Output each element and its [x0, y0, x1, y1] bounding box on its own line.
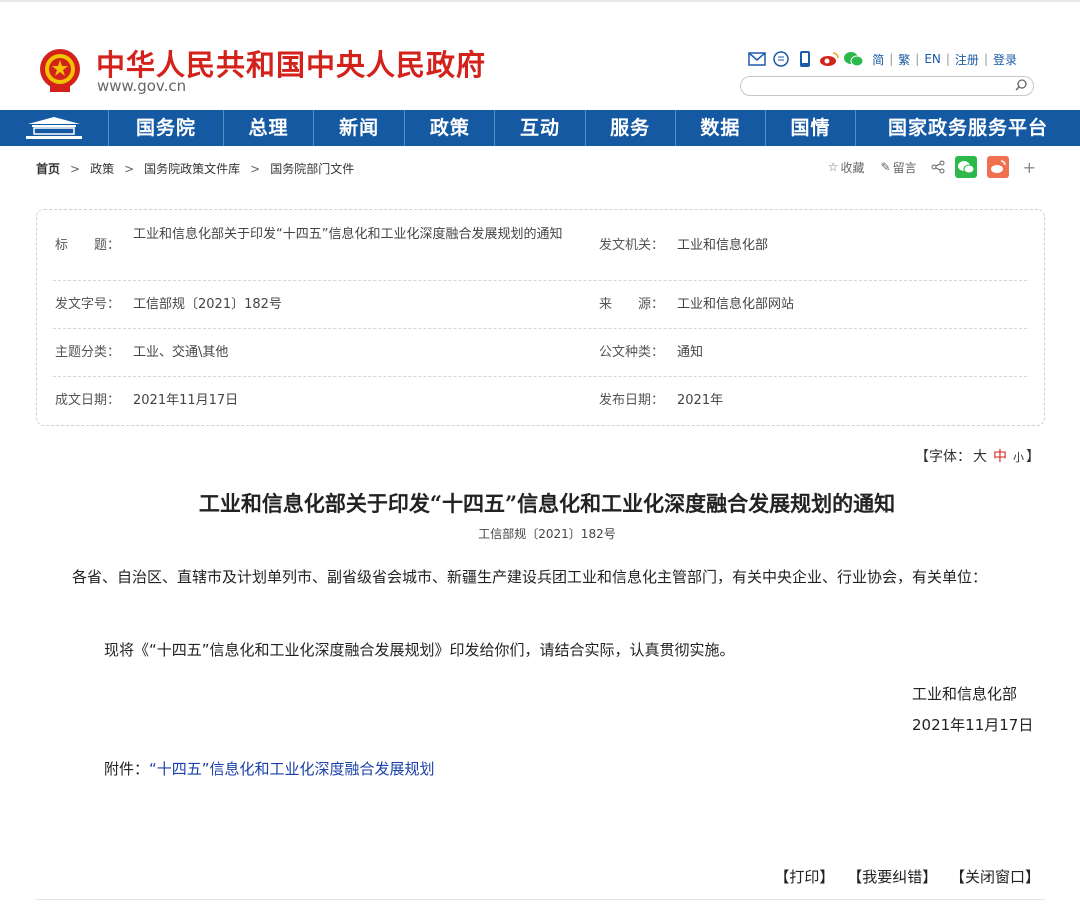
article-date: 2021年11月17日: [912, 716, 1034, 734]
article-salutation: 各省、自治区、直辖市及计划单列市、副省级省会城市、新疆生产建设兵团工业和信息化主…: [72, 568, 988, 586]
issuer-value: 工业和信息化部: [677, 238, 769, 253]
title-label: 标 题：: [55, 238, 121, 253]
report-error-button[interactable]: 【我要纠错】: [847, 868, 937, 886]
mobile-icon[interactable]: [795, 50, 815, 68]
lang-english[interactable]: EN: [924, 52, 941, 66]
lang-simplified[interactable]: 简: [872, 51, 884, 68]
nav-item-services[interactable]: 服务: [586, 110, 676, 146]
comment-button[interactable]: ✎ 留言: [879, 159, 917, 176]
article-doc-number: 工信部规〔2021〕182号: [478, 527, 616, 541]
separator: |: [983, 52, 988, 66]
separator: |: [915, 52, 920, 66]
article-body: 现将《“十四五”信息化和工业化深度融合发展规划》印发给你们，请结合实际，认真贯彻…: [104, 641, 735, 659]
source-label: 来 源：: [599, 297, 665, 312]
pencil-icon: ✎: [880, 160, 891, 174]
nav-item-premier[interactable]: 总理: [224, 110, 315, 146]
docno-label: 发文字号：: [55, 297, 121, 312]
font-size-switcher: 【字体：大中小】: [915, 446, 1040, 466]
separator: |: [945, 52, 950, 66]
bottom-divider: [36, 899, 1045, 900]
published-date-value: 2021年: [677, 393, 724, 408]
nav-item-interaction[interactable]: 互动: [495, 110, 586, 146]
header-toolbar: 简 | 繁 | EN | 注册 | 登录: [747, 50, 1022, 68]
share-toolbar: ☆ 收藏 ✎ 留言 +: [812, 156, 1036, 178]
article-title: 工业和信息化部关于印发“十四五”信息化和工业化深度融合发展规划的通知: [198, 491, 896, 516]
mail-icon[interactable]: [747, 50, 767, 68]
source-value: 工业和信息化部网站: [677, 297, 795, 312]
search-input[interactable]: [740, 76, 1034, 96]
chevron-right-icon: >: [124, 161, 135, 176]
wechat-share-icon[interactable]: [954, 156, 977, 178]
footer-actions: 【打印】 【我要纠错】 【关闭窗口】: [766, 866, 1040, 887]
favorite-label: 收藏: [840, 160, 865, 175]
weibo-share-icon[interactable]: [986, 156, 1009, 178]
register-link[interactable]: 注册: [955, 51, 979, 68]
login-link[interactable]: 登录: [993, 51, 1017, 68]
main-nav: 国务院 总理 新闻 政策 互动 服务 数据 国情 国家政务服务平台: [0, 110, 1080, 146]
chevron-right-icon: >: [70, 161, 81, 176]
nav-item-national-conditions[interactable]: 国情: [766, 110, 857, 146]
close-window-button[interactable]: 【关闭窗口】: [950, 868, 1040, 886]
type-label: 公文种类：: [599, 345, 665, 360]
nav-home-icon[interactable]: [0, 110, 109, 146]
site-url[interactable]: www.gov.cn: [97, 77, 186, 95]
published-date-label: 发布日期：: [599, 393, 665, 408]
created-date-label: 成文日期：: [55, 393, 121, 408]
font-size-small-button[interactable]: 小: [1013, 451, 1024, 464]
created-date-value: 2021年11月17日: [133, 393, 239, 408]
attachment-label: 附件：: [104, 760, 150, 778]
info-row: 发文字号： 工信部规〔2021〕182号 来 源： 工业和信息化部网站: [53, 281, 1027, 329]
separator: |: [889, 52, 894, 66]
weibo-icon[interactable]: [819, 50, 839, 68]
favorite-button[interactable]: ☆ 收藏: [826, 159, 865, 176]
font-size-medium-button[interactable]: 中: [993, 449, 1007, 465]
document-info-table: 标 题： 工业和信息化部关于印发“十四五”信息化和工业化深度融合发展规划的通知 …: [36, 209, 1045, 426]
nav-item-news[interactable]: 新闻: [314, 110, 406, 146]
font-size-large-button[interactable]: 大: [973, 449, 987, 465]
docno-value: 工信部规〔2021〕182号: [133, 297, 282, 312]
info-row: 标 题： 工业和信息化部关于印发“十四五”信息化和工业化深度融合发展规划的通知 …: [53, 210, 1027, 281]
topic-label: 主题分类：: [55, 345, 121, 360]
font-size-prefix: 【字体：: [915, 449, 971, 465]
lang-traditional[interactable]: 繁: [898, 51, 910, 68]
breadcrumb: 首页 > 政策 > 国务院政策文件库 > 国务院部门文件: [36, 160, 354, 177]
attachment-link[interactable]: “十四五”信息化和工业化深度融合发展规划: [149, 760, 435, 778]
font-size-suffix: 】: [1026, 449, 1040, 465]
national-emblem-icon[interactable]: [38, 46, 82, 96]
topic-value: 工业、交通\其他: [133, 345, 229, 360]
issuer-label: 发文机关：: [599, 238, 665, 253]
nav-item-government-services-platform[interactable]: 国家政务服务平台: [856, 110, 1080, 146]
more-plus-icon[interactable]: +: [1023, 158, 1036, 177]
article-signer: 工业和信息化部: [912, 685, 1018, 703]
breadcrumb-policy[interactable]: 政策: [90, 160, 114, 177]
attachment: 附件：“十四五”信息化和工业化深度融合发展规划: [104, 755, 435, 783]
info-row: 主题分类： 工业、交通\其他 公文种类： 通知: [53, 329, 1027, 377]
search-icon[interactable]: [1015, 79, 1027, 94]
breadcrumb-home[interactable]: 首页: [36, 160, 60, 177]
chevron-right-icon: >: [250, 161, 261, 176]
comment-label: 留言: [892, 160, 917, 175]
share-icon[interactable]: [931, 160, 945, 174]
site-header: 中华人民共和国中央人民政府 www.gov.cn 简 | 繁 | EN | 注册…: [0, 0, 1080, 110]
message-icon[interactable]: [771, 50, 791, 68]
nav-item-data[interactable]: 数据: [676, 110, 766, 146]
breadcrumb-department-docs[interactable]: 国务院部门文件: [270, 160, 354, 177]
star-icon: ☆: [827, 160, 839, 174]
nav-item-state-council[interactable]: 国务院: [109, 110, 224, 146]
print-button[interactable]: 【打印】: [774, 868, 834, 886]
type-value: 通知: [677, 345, 704, 360]
nav-item-policy[interactable]: 政策: [405, 110, 496, 146]
wechat-icon[interactable]: [843, 50, 864, 68]
breadcrumb-policy-library[interactable]: 国务院政策文件库: [144, 160, 240, 177]
info-row: 成文日期： 2021年11月17日 发布日期： 2021年: [53, 377, 1027, 425]
title-value: 工业和信息化部关于印发“十四五”信息化和工业化深度融合发展规划的通知: [133, 227, 563, 242]
